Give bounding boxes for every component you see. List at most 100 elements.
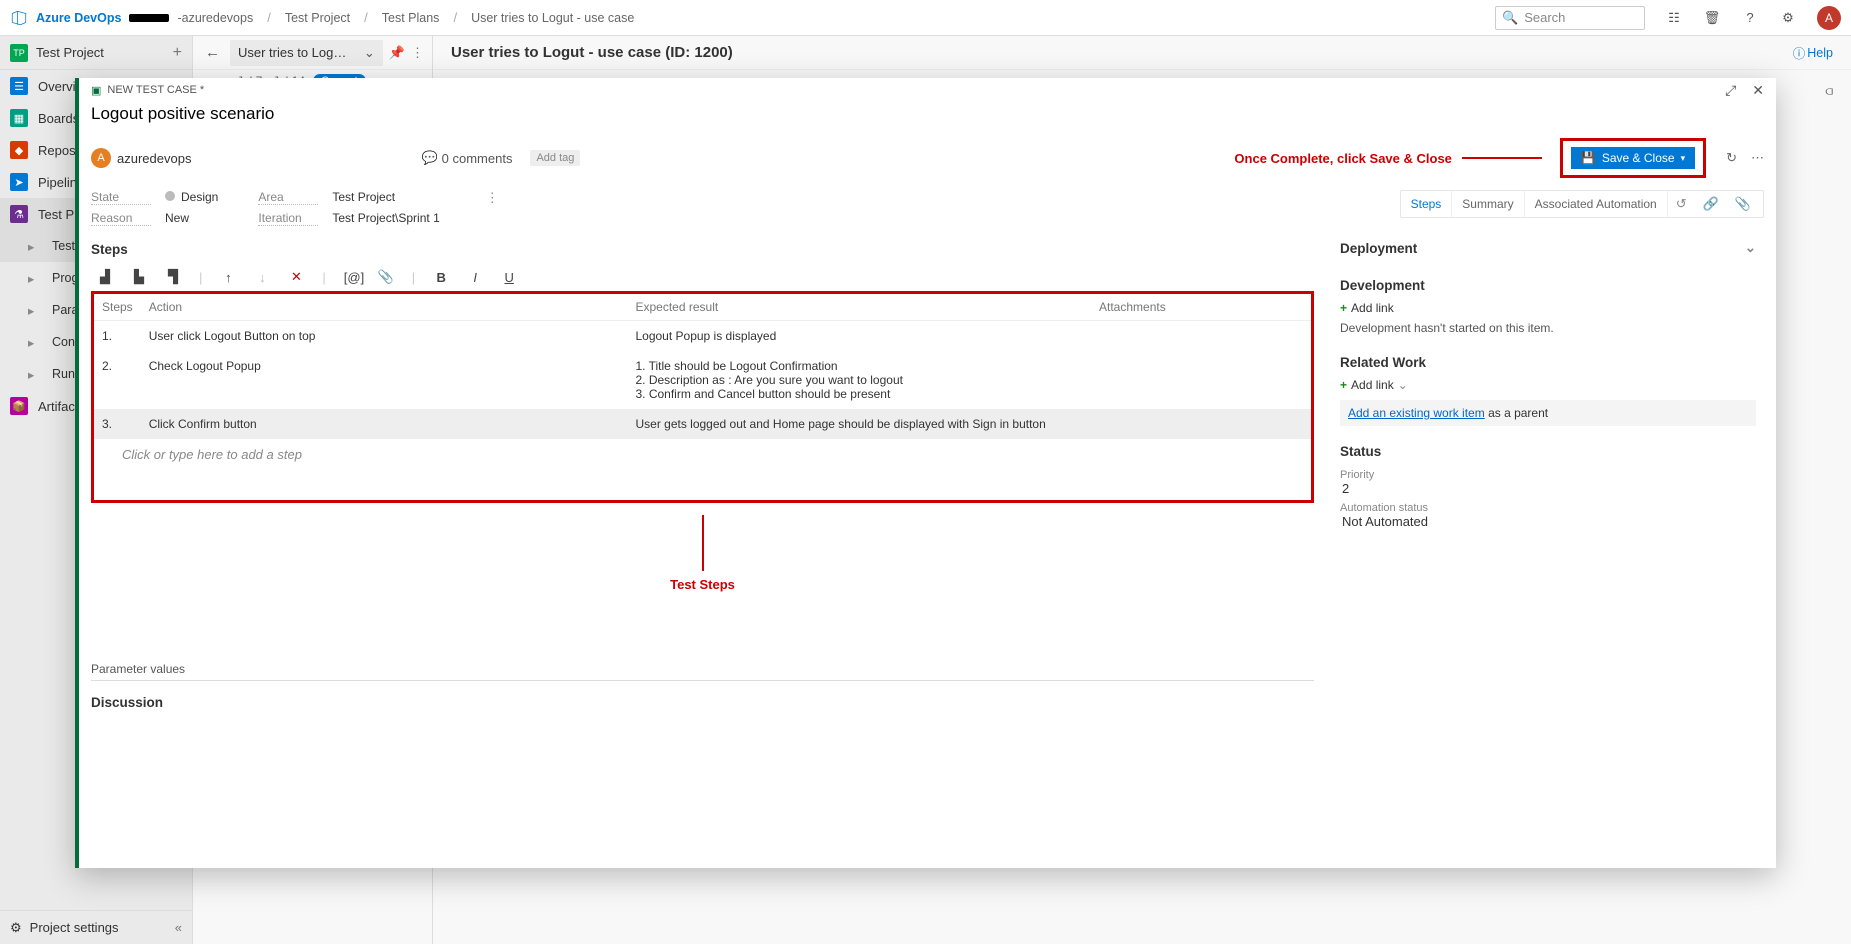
add-related-link[interactable]: +Add link ⌄: [1340, 374, 1756, 396]
assigned-user-name: azuredevops: [117, 151, 191, 166]
fields-more-icon[interactable]: ⋮: [480, 190, 505, 206]
project-settings-link[interactable]: ⚙ Project settings «: [0, 910, 192, 944]
development-heading: Development: [1340, 274, 1756, 297]
step-action[interactable]: Click Confirm button: [141, 409, 628, 439]
step-row[interactable]: 1.User click Logout Button on topLogout …: [94, 321, 1311, 352]
priority-value[interactable]: 2: [1340, 481, 1756, 496]
underline-icon[interactable]: U: [501, 270, 517, 285]
step-attachments[interactable]: [1091, 409, 1251, 439]
add-project-icon[interactable]: +: [173, 44, 182, 62]
breadcrumb-project[interactable]: Test Project: [285, 11, 350, 25]
step-action[interactable]: User click Logout Button on top: [141, 321, 628, 352]
area-value[interactable]: Test Project: [332, 190, 439, 205]
step-row[interactable]: 3.Click Confirm buttonUser gets logged o…: [94, 409, 1311, 439]
breadcrumb-area[interactable]: Test Plans: [382, 11, 440, 25]
more-icon[interactable]: ⋮: [411, 45, 424, 61]
redacted-org-icon: [129, 14, 169, 22]
details-pane: Deployment⌄ Development +Add link Develo…: [1326, 236, 1776, 868]
back-icon[interactable]: ←: [201, 44, 224, 61]
pin-icon[interactable]: 📌: [389, 45, 405, 61]
assigned-to[interactable]: A azuredevops: [91, 148, 191, 168]
insert-step-icon[interactable]: ▟: [97, 269, 113, 285]
chevron-down-icon[interactable]: ▾: [1681, 153, 1686, 164]
page-title: User tries to Logut - use case (ID: 1200…: [451, 44, 733, 61]
settings-label: Project settings: [30, 920, 119, 935]
work-item-title-input[interactable]: [91, 102, 741, 126]
state-label: State: [91, 190, 151, 205]
create-shared-icon[interactable]: ▜: [165, 269, 181, 285]
callout-line-icon: [1462, 157, 1542, 159]
user-avatar[interactable]: A: [1817, 6, 1841, 30]
subnav-icon: ▸: [28, 271, 42, 286]
work-items-icon[interactable]: ☷: [1665, 10, 1683, 26]
comments-link[interactable]: 💬 0 comments: [421, 150, 512, 166]
save-highlight-box: 💾 Save & Close ▾: [1560, 138, 1706, 178]
insert-shared-icon[interactable]: ▙: [131, 269, 147, 285]
refresh-icon[interactable]: ↻: [1726, 150, 1737, 166]
collapse-nav-icon[interactable]: «: [175, 920, 182, 935]
testcase-icon: ▣: [91, 84, 101, 97]
iteration-value[interactable]: Test Project\Sprint 1: [332, 211, 439, 226]
project-header[interactable]: TP Test Project +: [0, 36, 192, 70]
automation-value[interactable]: Not Automated: [1340, 514, 1756, 529]
search-placeholder: Search: [1524, 10, 1565, 25]
breadcrumb-sep-icon: /: [267, 10, 271, 25]
suite-title-dropdown[interactable]: User tries to Log… ⌄: [230, 40, 383, 66]
add-step-placeholder[interactable]: Click or type here to add a step: [94, 439, 1311, 470]
save-and-close-button[interactable]: 💾 Save & Close ▾: [1571, 147, 1695, 169]
help-link[interactable]: ⓘHelp: [1793, 43, 1833, 62]
reason-value[interactable]: New: [165, 211, 218, 226]
more-actions-icon[interactable]: ⋯: [1751, 150, 1764, 166]
chevron-down-icon[interactable]: ⌄: [1745, 240, 1756, 256]
comment-icon: 💬: [421, 150, 437, 166]
col-action: Action: [141, 294, 628, 321]
step-attachments[interactable]: [1091, 321, 1251, 352]
reason-label: Reason: [91, 211, 151, 226]
step-number: 2.: [94, 351, 141, 409]
help-icon[interactable]: ?: [1741, 10, 1759, 25]
steps-toolbar: ▟ ▙ ▜ | ↑ ↓ ✕ | [@] 📎 | B I U: [91, 263, 1314, 291]
history-icon[interactable]: ↺: [1668, 196, 1695, 212]
global-search-input[interactable]: 🔍 Search: [1495, 6, 1645, 30]
tab-steps[interactable]: Steps: [1401, 191, 1453, 217]
step-expected[interactable]: 1. Title should be Logout Confirmation2.…: [627, 351, 1091, 409]
step-number: 3.: [94, 409, 141, 439]
params-icon[interactable]: [@]: [344, 270, 360, 285]
breadcrumb-org[interactable]: -azuredevops: [177, 11, 253, 25]
iteration-label: Iteration: [258, 211, 318, 226]
italic-icon[interactable]: I: [467, 270, 483, 285]
status-heading: Status: [1340, 440, 1756, 463]
attach-icon[interactable]: 📎: [378, 269, 394, 285]
steps-grid-highlight: Steps Action Expected result Attachments…: [91, 291, 1314, 503]
steps-heading: Steps: [91, 242, 1314, 257]
bold-icon[interactable]: B: [433, 270, 449, 285]
tab-summary[interactable]: Summary: [1452, 191, 1524, 217]
close-icon[interactable]: ✕: [1752, 82, 1764, 99]
step-action[interactable]: Check Logout Popup: [141, 351, 628, 409]
state-value[interactable]: Design: [165, 190, 218, 205]
delete-step-icon[interactable]: ✕: [288, 269, 304, 285]
step-expected[interactable]: Logout Popup is displayed: [627, 321, 1091, 352]
marketplace-icon[interactable]: 🗑: [1703, 10, 1721, 26]
links-icon[interactable]: 🔗: [1695, 196, 1727, 212]
breadcrumb-item[interactable]: User tries to Logut - use case: [471, 11, 634, 25]
add-existing-link[interactable]: Add an existing work item: [1348, 406, 1485, 420]
step-expected[interactable]: User gets logged out and Home page shoul…: [627, 409, 1091, 439]
expand-icon[interactable]: ⤢: [1725, 82, 1736, 99]
add-tag-button[interactable]: Add tag: [530, 150, 580, 166]
attachments-icon[interactable]: 📎: [1727, 196, 1759, 212]
dialog-type-header: ▣ NEW TEST CASE * ⤢ ✕: [79, 78, 1776, 100]
tab-automation[interactable]: Associated Automation: [1525, 191, 1668, 217]
breadcrumb-root[interactable]: Azure DevOps: [36, 11, 121, 25]
add-dev-link[interactable]: +Add link: [1340, 297, 1756, 319]
filter-icon[interactable]: ⫏: [1825, 83, 1833, 99]
dialog-meta-row: A azuredevops 💬 0 comments Add tag Once …: [79, 134, 1776, 190]
step-row[interactable]: 2.Check Logout Popup1. Title should be L…: [94, 351, 1311, 409]
step-attachments[interactable]: [1091, 351, 1251, 409]
repos-icon: ◆: [10, 141, 28, 159]
move-up-icon[interactable]: ↑: [220, 270, 236, 285]
suite-header: ← User tries to Log… ⌄ 📌 ⋮: [193, 36, 432, 70]
user-settings-icon[interactable]: ⚙: [1779, 10, 1797, 26]
move-down-icon[interactable]: ↓: [254, 270, 270, 285]
artifacts-icon: 📦: [10, 397, 28, 415]
